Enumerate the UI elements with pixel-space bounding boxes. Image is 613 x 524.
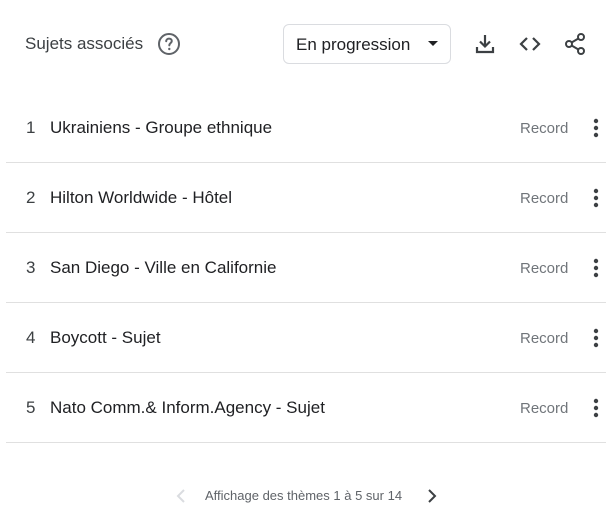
embed-code-icon[interactable] (518, 32, 542, 56)
item-value: Record (520, 260, 569, 277)
item-rank: 5 (26, 398, 36, 417)
more-vert-icon[interactable] (584, 186, 608, 210)
sort-dropdown[interactable]: En progression (283, 24, 451, 64)
related-topics-widget: Sujets associés En progression 1 Ukraini… (0, 0, 613, 524)
more-vert-icon[interactable] (584, 396, 608, 420)
chevron-left-icon[interactable] (173, 484, 189, 508)
item-rank: 4 (26, 328, 36, 347)
list-item[interactable]: 2 Hilton Worldwide - Hôtel Record (6, 163, 606, 233)
more-vert-icon[interactable] (584, 256, 608, 280)
item-value: Record (520, 400, 569, 417)
list-item[interactable]: 3 San Diego - Ville en Californie Record (6, 233, 606, 303)
item-rank: 3 (26, 258, 36, 277)
chevron-right-icon[interactable] (424, 484, 440, 508)
help-circle-icon[interactable] (157, 32, 181, 56)
caret-down-icon (428, 41, 438, 46)
item-label[interactable]: San Diego - Ville en Californie (50, 257, 276, 279)
widget-title: Sujets associés (25, 34, 144, 53)
item-value: Record (520, 120, 569, 137)
item-label[interactable]: Nato Comm.& Inform.Agency - Sujet (50, 397, 325, 419)
more-vert-icon[interactable] (584, 116, 608, 140)
list-item[interactable]: 1 Ukrainiens - Groupe ethnique Record (6, 93, 606, 163)
list-item[interactable]: 5 Nato Comm.& Inform.Agency - Sujet Reco… (6, 373, 606, 443)
pagination-label: Affichage des thèmes 1 à 5 sur 14 (205, 488, 403, 503)
list-item[interactable]: 4 Boycott - Sujet Record (6, 303, 606, 373)
item-value: Record (520, 330, 569, 347)
item-value: Record (520, 190, 569, 207)
item-rank: 1 (26, 118, 36, 137)
item-label[interactable]: Hilton Worldwide - Hôtel (50, 187, 232, 209)
item-label[interactable]: Ukrainiens - Groupe ethnique (50, 117, 272, 139)
sort-dropdown-value: En progression (296, 35, 411, 54)
pagination: Affichage des thèmes 1 à 5 sur 14 (0, 484, 613, 508)
topics-list: 1 Ukrainiens - Groupe ethnique Record 2 … (6, 93, 606, 443)
widget-header: Sujets associés En progression (0, 0, 613, 88)
item-rank: 2 (26, 188, 36, 207)
item-label[interactable]: Boycott - Sujet (50, 327, 161, 349)
download-icon[interactable] (473, 32, 497, 56)
share-icon[interactable] (563, 32, 587, 56)
more-vert-icon[interactable] (584, 326, 608, 350)
